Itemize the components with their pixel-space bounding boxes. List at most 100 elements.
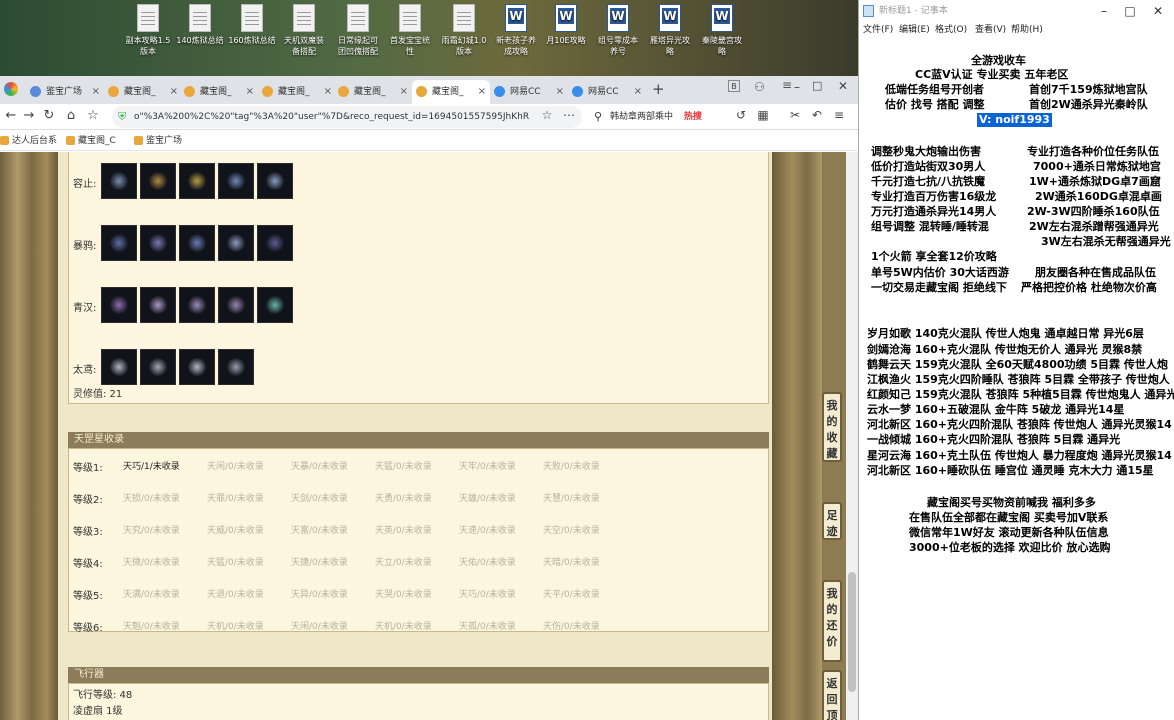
bookmark-star-icon[interactable]: ☆ xyxy=(84,108,102,123)
text-file-icon xyxy=(347,4,369,32)
browser-tab[interactable]: 藏宝阁_ × xyxy=(412,80,490,104)
browser-tab[interactable]: 藏宝阁_ × xyxy=(258,80,336,104)
equipment-slot[interactable] xyxy=(218,349,254,385)
desktop-file-icon[interactable]: 雁塔异光攻 略 xyxy=(642,4,698,57)
equipment-slot[interactable] xyxy=(257,287,293,323)
desktop-file-icon[interactable]: 新老孩子养 成攻略 xyxy=(488,4,544,57)
my-favorites-button[interactable]: 我的收藏 xyxy=(822,392,842,462)
undo-icon[interactable]: ↶ xyxy=(808,108,826,122)
home-button[interactable]: ⌂ xyxy=(62,108,80,123)
equipment-slot[interactable] xyxy=(101,287,137,323)
grid-icon[interactable]: ▦ xyxy=(754,108,772,122)
notepad-menu-item[interactable]: 编辑(E) xyxy=(899,22,930,38)
text-file-icon xyxy=(189,4,211,32)
desktop-file-icon[interactable]: 160炼狱总结 xyxy=(224,4,280,46)
equipment-slot[interactable] xyxy=(218,225,254,261)
desktop-file-icon[interactable]: 雨霜幻城1.0 版本 xyxy=(436,4,492,57)
tab-close-icon[interactable]: × xyxy=(170,80,178,104)
browser-tab[interactable]: 鉴宝广场 × xyxy=(26,80,104,104)
forward-button[interactable]: → xyxy=(20,108,38,123)
equipment-slot[interactable] xyxy=(179,287,215,323)
favorite-icon[interactable]: ☆ xyxy=(538,108,556,122)
shirt-icon[interactable]: ⚇ xyxy=(754,80,765,94)
address-bar[interactable]: ⛨ o"%3A%200%2C%20"tag"%3A%20"user"%7D&re… xyxy=(112,106,582,128)
equipment-slot[interactable] xyxy=(140,349,176,385)
equipment-slot[interactable] xyxy=(101,163,137,199)
tiangang-cell: 天损/0/未收录 xyxy=(123,494,180,504)
desktop-file-icon[interactable]: 日常缘起可 团凹傀搭配 xyxy=(330,4,386,57)
bookmark-item[interactable]: 达人后台系 xyxy=(0,131,57,151)
tab-close-icon[interactable]: × xyxy=(246,80,254,104)
equipment-slot[interactable] xyxy=(257,225,293,261)
refresh-alt-icon[interactable]: ↺ xyxy=(732,108,750,122)
equipment-slot[interactable] xyxy=(101,225,137,261)
new-tab-button[interactable]: + xyxy=(652,80,665,98)
notepad-menu-item[interactable]: 文件(F) xyxy=(863,22,893,38)
browser-tab[interactable]: 藏宝阁_ × xyxy=(104,80,182,104)
bookmark-item[interactable]: 藏宝阁_C xyxy=(66,131,116,151)
desktop-file-icon[interactable]: 月10E攻略 xyxy=(538,4,594,46)
desktop-file-label: 新老孩子养 成攻略 xyxy=(496,36,536,56)
notepad-line: 红颜知己 159克火混队 苍狼阵 5种植5目霖 传世炮鬼人 通异光 xyxy=(867,388,1174,401)
equipment-item-icon xyxy=(188,358,206,376)
minimize-button[interactable]: – xyxy=(790,80,804,94)
desktop-file-icon[interactable]: 首发宝宝统 性 xyxy=(382,4,438,57)
word-document-icon xyxy=(505,4,527,32)
tab-close-icon[interactable]: × xyxy=(400,80,408,104)
equipment-slot[interactable] xyxy=(218,163,254,199)
notepad-line: 3W左右混杀无帮强通异光 xyxy=(1041,235,1171,248)
desktop-file-icon[interactable]: 组号零成本 养号 xyxy=(590,4,646,57)
browser-logo-icon[interactable] xyxy=(4,82,18,96)
notepad-close-button[interactable]: ✕ xyxy=(1145,0,1171,22)
scrollbar-thumb[interactable] xyxy=(848,572,856,692)
notepad-line: V: noif1993 xyxy=(977,113,1052,127)
footprint-button[interactable]: 足迹 xyxy=(822,502,842,540)
equipment-slot[interactable] xyxy=(140,163,176,199)
maximize-button[interactable]: □ xyxy=(812,79,822,92)
bookmark-item[interactable]: 鉴宝广场 xyxy=(134,131,182,151)
url-more-icon[interactable]: ⋯ xyxy=(560,108,578,122)
reload-button[interactable]: ↻ xyxy=(40,108,58,123)
tab-close-icon[interactable]: × xyxy=(324,80,332,104)
notepad-line: 千元打造七抗/八抗铁魔 xyxy=(871,175,986,188)
close-window-button[interactable]: ✕ xyxy=(838,79,848,93)
desktop-file-icon[interactable]: 副本攻略1.5 版本 xyxy=(120,4,176,57)
equipment-slot[interactable] xyxy=(257,163,293,199)
back-to-top-button[interactable]: 返回顶部 xyxy=(822,670,842,720)
my-counteroffer-button[interactable]: 我的还价 xyxy=(822,580,842,662)
browser-tab[interactable]: 藏宝阁_ × xyxy=(180,80,258,104)
notepad-line: 剑嫣沧海 160+克火混队 传世炮无价人 通异光 灵猴8禁 xyxy=(867,343,1143,356)
notepad-text-area[interactable]: 全游戏收车 CC蓝V认证 专业买卖 五年老区 低端任务组号开创者 首创7千159炼狱地… xyxy=(859,40,1174,720)
equipment-item-icon xyxy=(188,172,206,190)
desktop-file-icon[interactable]: 秦陵畿宫攻 略 xyxy=(694,4,750,57)
equipment-slot[interactable] xyxy=(140,287,176,323)
tab-close-icon[interactable]: × xyxy=(634,80,642,104)
equipment-slot[interactable] xyxy=(101,349,137,385)
search-box[interactable]: ⚲ 韩劫章两部乘中 热搜 xyxy=(590,106,730,128)
tab-close-icon[interactable]: × xyxy=(556,80,564,104)
tab-close-icon[interactable]: × xyxy=(92,80,100,104)
desktop-file-icon[interactable]: 天机双魔装 备搭配 xyxy=(276,4,332,57)
notepad-menu-item[interactable]: 查看(V) xyxy=(975,22,1006,38)
equipment-slot[interactable] xyxy=(218,287,254,323)
menu-icon[interactable]: ≡ xyxy=(830,108,848,122)
browser-tab[interactable]: 网易CC × xyxy=(568,80,646,104)
equipment-slot[interactable] xyxy=(179,349,215,385)
desktop-file-icon[interactable]: 140炼狱总结 xyxy=(172,4,228,46)
notepad-maximize-button[interactable]: □ xyxy=(1117,0,1143,22)
scissors-icon[interactable]: ✂ xyxy=(786,108,804,122)
window-menu-icon[interactable]: B xyxy=(728,80,740,92)
scrollbar[interactable] xyxy=(846,152,858,720)
back-button[interactable]: ← xyxy=(2,108,20,123)
text-file-icon xyxy=(453,4,475,32)
browser-tab[interactable]: 藏宝阁_ × xyxy=(334,80,412,104)
notepad-menu-item[interactable]: 帮助(H) xyxy=(1011,22,1043,38)
notepad-line: 云水一梦 160+五破混队 金牛阵 5破龙 通异光14星 xyxy=(867,403,1125,416)
notepad-menu-item[interactable]: 格式(O) xyxy=(935,22,967,38)
equipment-slot[interactable] xyxy=(179,163,215,199)
browser-tab[interactable]: 网易CC × xyxy=(490,80,568,104)
equipment-slot[interactable] xyxy=(140,225,176,261)
equipment-slot[interactable] xyxy=(179,225,215,261)
tab-close-icon[interactable]: × xyxy=(478,80,486,104)
notepad-minimize-button[interactable]: – xyxy=(1091,0,1117,22)
